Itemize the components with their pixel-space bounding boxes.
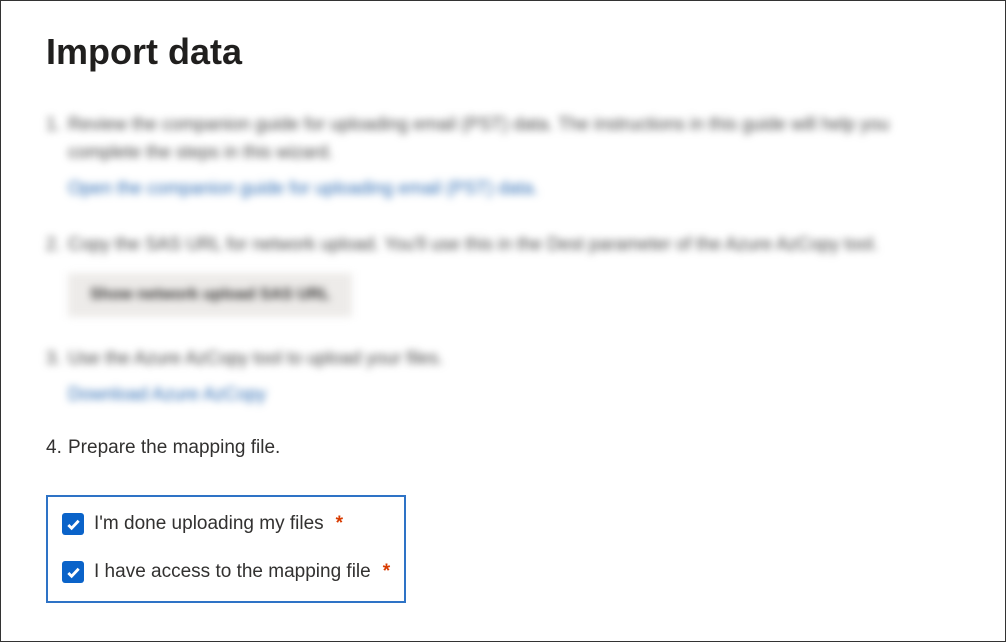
mapping-access-row[interactable]: I have access to the mapping file * (62, 561, 390, 583)
step-4: 4. Prepare the mapping file. (46, 437, 960, 459)
done-uploading-checkbox[interactable] (62, 513, 84, 535)
mapping-access-checkbox[interactable] (62, 561, 84, 583)
mapping-access-label: I have access to the mapping file (94, 561, 371, 583)
done-uploading-row[interactable]: I'm done uploading my files * (62, 513, 390, 535)
confirmation-checkboxes: I'm done uploading my files * I have acc… (46, 495, 406, 603)
step-3-text: Use the Azure AzCopy tool to upload your… (68, 348, 443, 368)
required-asterisk: * (336, 513, 343, 535)
page-title: Import data (46, 31, 960, 73)
download-azcopy-link[interactable]: Download Azure AzCopy (68, 381, 266, 409)
required-asterisk: * (383, 561, 390, 583)
step-2: Copy the SAS URL for network upload. You… (46, 231, 960, 318)
checkmark-icon (66, 565, 81, 580)
companion-guide-link[interactable]: Open the companion guide for uploading e… (68, 175, 538, 203)
done-uploading-label: I'm done uploading my files (94, 513, 324, 535)
step-2-text: Copy the SAS URL for network upload. You… (68, 234, 878, 254)
step-4-text: Prepare the mapping file. (68, 437, 280, 458)
checkmark-icon (66, 517, 81, 532)
show-sas-url-button[interactable]: Show network upload SAS URL (68, 273, 352, 318)
step-3: Use the Azure AzCopy tool to upload your… (46, 345, 960, 409)
step-1: Review the companion guide for uploading… (46, 111, 960, 203)
step-4-number: 4. (46, 437, 62, 459)
step-1-text: Review the companion guide for uploading… (68, 114, 889, 162)
